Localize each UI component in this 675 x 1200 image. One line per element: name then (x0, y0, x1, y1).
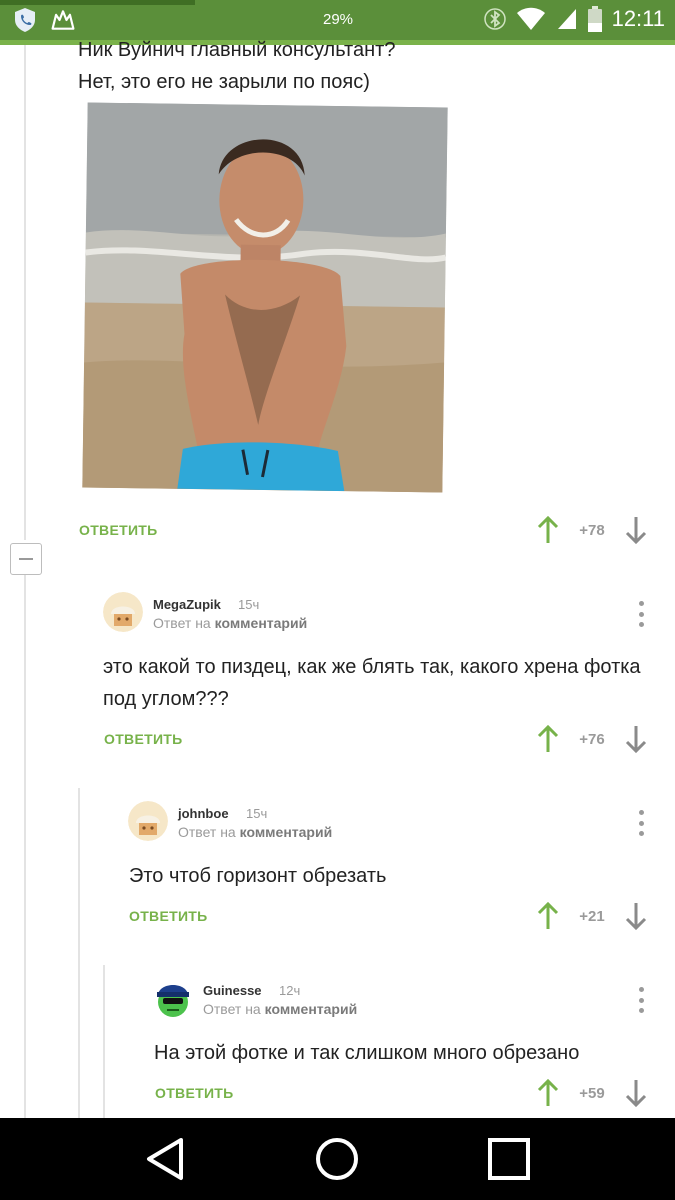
system-navigation-bar (0, 1118, 675, 1200)
minus-icon (19, 558, 33, 560)
reply-to-link[interactable]: комментарий (265, 1001, 358, 1017)
more-options-icon[interactable] (637, 810, 645, 836)
comment-time: 15ч (238, 597, 260, 612)
recent-apps-icon[interactable] (486, 1136, 532, 1182)
thread-line (103, 965, 105, 1120)
comment-text-line-2: под углом??? (103, 688, 229, 710)
thread-line (24, 575, 26, 1120)
vote-score: +21 (579, 907, 605, 925)
signal-icon (557, 9, 576, 29)
home-icon[interactable] (314, 1136, 360, 1182)
reply-to-prefix: Ответ на (178, 824, 236, 840)
reply-to-prefix: Ответ на (153, 615, 211, 631)
shield-phone-icon (15, 8, 35, 32)
upvote-arrow-icon[interactable] (536, 901, 560, 931)
battery-icon (587, 6, 602, 32)
comment-photo[interactable] (82, 102, 448, 493)
downvote-arrow-icon[interactable] (624, 1078, 648, 1108)
back-icon[interactable] (143, 1136, 189, 1182)
comment-author[interactable]: Guinesse (203, 983, 262, 998)
reply-to-line: Ответ на комментарий (153, 615, 307, 631)
pikabu-icon (51, 10, 75, 30)
upvote-arrow-icon[interactable] (536, 515, 560, 545)
collapse-thread-button[interactable] (10, 543, 42, 575)
reply-button[interactable]: ОТВЕТИТЬ (104, 731, 183, 747)
more-options-icon[interactable] (637, 601, 645, 627)
parent-comment-line-2: Нет, это его не зарыли по пояс) (78, 71, 370, 93)
upvote-arrow-icon[interactable] (536, 1078, 560, 1108)
battery-percent: 29% (323, 11, 354, 28)
vote-score: +76 (579, 730, 605, 748)
avatar[interactable] (128, 801, 168, 841)
downvote-arrow-icon[interactable] (624, 515, 648, 545)
vote-score: +78 (579, 521, 605, 539)
bluetooth-icon (483, 8, 506, 30)
vote-widget: +76 (536, 724, 648, 754)
downvote-arrow-icon[interactable] (624, 901, 648, 931)
avatar[interactable] (103, 592, 143, 632)
more-options-icon[interactable] (637, 987, 645, 1013)
vote-score: +59 (579, 1084, 605, 1102)
vote-widget: +59 (536, 1078, 648, 1108)
parent-comment-line-1: Ник Вуйнич главный консультант? (78, 39, 396, 61)
thread-line (78, 788, 80, 1120)
avatar[interactable] (153, 980, 193, 1020)
reply-to-line: Ответ на комментарий (203, 1001, 357, 1017)
comment-text-line-1: это какой то пиздец, как же блять так, к… (103, 656, 641, 678)
reply-button[interactable]: ОТВЕТИТЬ (79, 522, 158, 538)
comment-text-line-1: На этой фотке и так слишком много обреза… (154, 1042, 580, 1064)
comment-time: 15ч (246, 806, 268, 821)
upvote-arrow-icon[interactable] (536, 724, 560, 754)
comment-time: 12ч (279, 983, 301, 998)
reply-to-link[interactable]: комментарий (215, 615, 308, 631)
clock: 12:11 (611, 6, 665, 31)
downvote-arrow-icon[interactable] (624, 724, 648, 754)
reply-to-line: Ответ на комментарий (178, 824, 332, 840)
reply-button[interactable]: ОТВЕТИТЬ (129, 908, 208, 924)
status-bar-progress (0, 0, 195, 5)
vote-widget: +78 (536, 515, 648, 545)
reply-to-link[interactable]: комментарий (240, 824, 333, 840)
vote-widget: +21 (536, 901, 648, 931)
comment-text-line-1: Это чтоб горизонт обрезать (129, 865, 387, 887)
reply-to-prefix: Ответ на (203, 1001, 261, 1017)
comment-author[interactable]: MegaZupik (153, 597, 221, 612)
comment-author[interactable]: johnboe (178, 806, 229, 821)
wifi-icon (516, 7, 545, 30)
thread-line (24, 45, 26, 540)
reply-button[interactable]: ОТВЕТИТЬ (155, 1085, 234, 1101)
